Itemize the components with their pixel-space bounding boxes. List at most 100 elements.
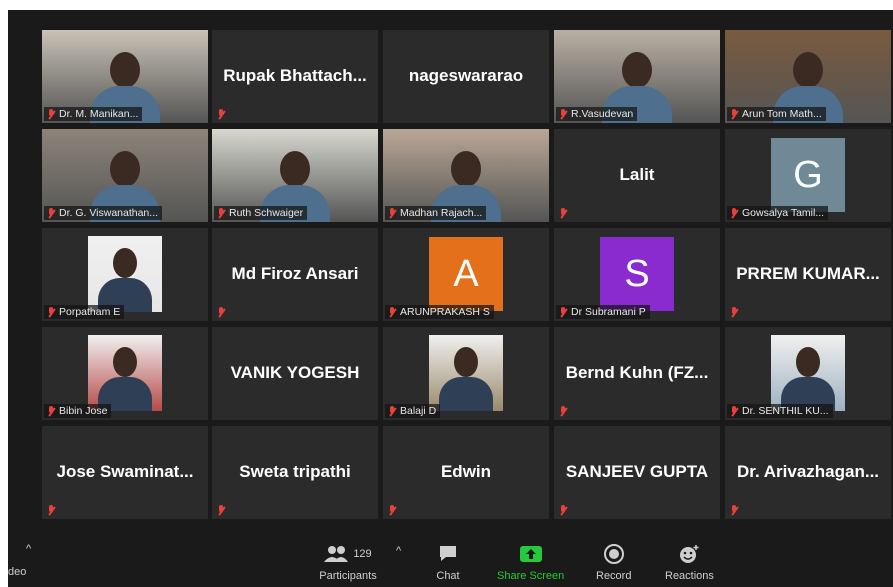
participant-tile[interactable]: A ARUNPRAKASH S — [383, 228, 549, 321]
person-head — [796, 347, 820, 377]
participant-tile[interactable]: Bibin Jose — [42, 327, 208, 420]
participant-name: Dr. M. Manikan... — [59, 108, 139, 120]
participant-name-label: Dr. SENTHIL KU... — [727, 404, 833, 418]
muted-mic-icon — [388, 405, 397, 417]
participant-tile[interactable]: Dr. G. Viswanathan... — [42, 129, 208, 222]
muted-mic-icon — [559, 306, 568, 318]
person-head — [113, 347, 137, 377]
participant-display-name: Bernd Kuhn (FZ... — [565, 363, 709, 382]
reactions-button[interactable]: Reactions — [665, 543, 714, 582]
muted-mic-icon — [559, 208, 568, 219]
person-head — [280, 151, 310, 187]
participant-tile[interactable]: S Dr Subramani P — [554, 228, 720, 321]
participant-name-label — [214, 504, 230, 517]
video-options-caret[interactable]: ^ — [26, 543, 31, 555]
participant-name-label: ARUNPRAKASH S — [385, 305, 494, 319]
participant-tile[interactable]: Dr. SENTHIL KU... — [725, 327, 891, 420]
participant-name-label: Balaji D — [385, 404, 441, 418]
muted-mic-icon — [730, 307, 739, 318]
participant-name-label: Ruth Schwaiger — [214, 206, 308, 220]
participant-name-label — [727, 504, 743, 517]
person-head — [622, 52, 652, 88]
avatar-initial: S — [600, 237, 674, 311]
participant-tile[interactable]: Jose Swaminat... — [42, 426, 208, 519]
reactions-label: Reactions — [665, 570, 714, 582]
muted-mic-icon — [217, 109, 226, 120]
participant-tile[interactable]: Md Firoz Ansari — [212, 228, 378, 321]
participant-name-label — [214, 306, 230, 319]
participant-name: Dr. SENTHIL KU... — [742, 405, 829, 417]
muted-mic-icon — [47, 207, 56, 219]
participants-button[interactable]: 129 Participants — [318, 543, 378, 582]
profile-picture — [429, 335, 503, 411]
avatar-initial: G — [771, 138, 845, 212]
muted-mic-icon — [47, 405, 56, 417]
participant-display-name: Edwin — [440, 462, 492, 481]
participant-tile[interactable]: G Gowsalya Tamil... — [725, 129, 891, 222]
muted-mic-icon — [559, 108, 568, 120]
participant-tile[interactable]: R.Vasudevan — [554, 30, 720, 123]
participant-name-label: Dr Subramani P — [556, 305, 650, 319]
person-body — [439, 377, 493, 411]
participant-tile[interactable]: PRREM KUMAR... — [725, 228, 891, 321]
participant-tile[interactable]: Lalit — [554, 129, 720, 222]
muted-mic-icon — [217, 307, 226, 318]
muted-mic-icon — [730, 207, 739, 219]
participant-display-name: Lalit — [619, 165, 655, 184]
share-screen-icon — [519, 543, 543, 565]
participant-name: Dr Subramani P — [571, 306, 646, 318]
participant-display-name: VANIK YOGESH — [230, 363, 360, 382]
participant-tile[interactable]: Rupak Bhattach... — [212, 30, 378, 123]
participant-tile[interactable]: Bernd Kuhn (FZ... — [554, 327, 720, 420]
participant-display-name: SANJEEV GUPTA — [565, 462, 709, 481]
chat-button[interactable]: Chat — [436, 543, 460, 582]
participants-count: 129 — [353, 548, 372, 560]
participant-tile[interactable]: Dr. M. Manikan... — [42, 30, 208, 123]
participant-name-label — [385, 504, 401, 517]
muted-mic-icon — [730, 108, 739, 120]
participant-tile[interactable]: Porpatham E — [42, 228, 208, 321]
participant-tile[interactable]: nageswararao — [383, 30, 549, 123]
meeting-window: Dr. M. Manikan... Rupak Bhattach... nagesw… — [8, 10, 893, 587]
share-screen-button[interactable]: Share Screen — [497, 543, 564, 582]
muted-mic-icon — [217, 505, 226, 516]
participant-tile[interactable]: Edwin — [383, 426, 549, 519]
record-button[interactable]: Record — [596, 543, 631, 582]
participants-icon: 129 — [318, 543, 378, 565]
participant-display-name: Dr. Arivazhagan... — [736, 462, 880, 481]
participant-name-label: Gowsalya Tamil... — [727, 206, 829, 220]
person-head — [110, 52, 140, 88]
profile-picture — [771, 335, 845, 411]
person-head — [793, 52, 823, 88]
participant-name-label — [556, 405, 572, 418]
participant-name-label: Dr. G. Viswanathan... — [44, 206, 163, 220]
participant-name-label: Dr. M. Manikan... — [44, 107, 143, 121]
participant-tile[interactable]: Ruth Schwaiger — [212, 129, 378, 222]
profile-picture — [88, 335, 162, 411]
participant-tile[interactable]: Balaji D — [383, 327, 549, 420]
video-button-label[interactable]: deo — [8, 566, 26, 578]
participant-tile[interactable]: Arun Tom Math... — [725, 30, 891, 123]
muted-mic-icon — [388, 505, 397, 516]
participant-tile[interactable]: Dr. Arivazhagan... — [725, 426, 891, 519]
participants-label: Participants — [319, 570, 377, 582]
profile-picture — [88, 236, 162, 312]
participant-tile[interactable]: Sweta tripathi — [212, 426, 378, 519]
participant-name-label — [556, 207, 572, 220]
muted-mic-icon — [47, 505, 56, 516]
participant-display-name: Jose Swaminat... — [56, 462, 194, 481]
participant-tile[interactable]: SANJEEV GUPTA — [554, 426, 720, 519]
participant-name-label — [44, 504, 60, 517]
muted-mic-icon — [388, 207, 397, 219]
participant-tile[interactable]: Madhan Rajach... — [383, 129, 549, 222]
participant-tile[interactable]: VANIK YOGESH — [212, 327, 378, 420]
participant-display-name: PRREM KUMAR... — [736, 264, 880, 283]
reactions-icon — [677, 543, 701, 565]
muted-mic-icon — [388, 306, 397, 318]
participant-name: Bibin Jose — [59, 405, 108, 417]
participants-caret[interactable]: ^ — [396, 545, 401, 557]
participant-name: R.Vasudevan — [571, 108, 634, 120]
participant-name: Madhan Rajach... — [400, 207, 483, 219]
participant-name: ARUNPRAKASH S — [400, 306, 490, 318]
participant-name: Arun Tom Math... — [742, 108, 822, 120]
